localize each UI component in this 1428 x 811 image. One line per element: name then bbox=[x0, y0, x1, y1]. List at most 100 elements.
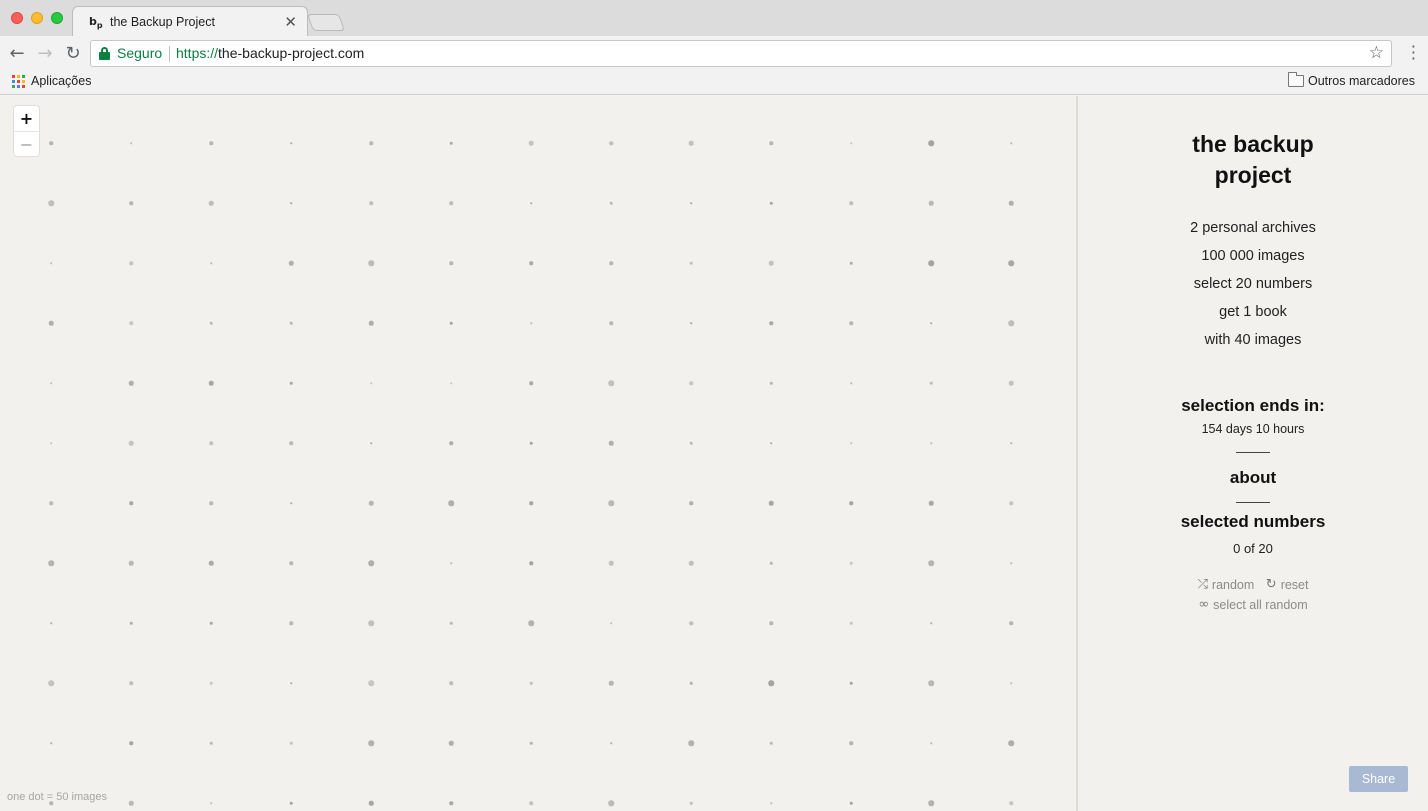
number-dot[interactable] bbox=[129, 201, 133, 205]
number-dot[interactable] bbox=[49, 501, 53, 505]
number-dot[interactable] bbox=[209, 441, 213, 445]
number-dot[interactable] bbox=[50, 262, 52, 264]
number-dot[interactable] bbox=[209, 321, 213, 325]
apps-grid-icon[interactable] bbox=[12, 75, 25, 88]
number-dot[interactable] bbox=[928, 200, 934, 206]
number-dot[interactable] bbox=[930, 442, 932, 444]
number-dot[interactable] bbox=[1008, 260, 1014, 266]
number-dot[interactable] bbox=[129, 621, 133, 625]
number-dot[interactable] bbox=[1009, 621, 1013, 625]
number-dot[interactable] bbox=[50, 382, 52, 384]
zoom-in-button[interactable]: + bbox=[14, 106, 39, 131]
number-dot[interactable] bbox=[849, 561, 853, 565]
number-dot[interactable] bbox=[208, 380, 214, 386]
number-dot[interactable] bbox=[609, 141, 613, 145]
number-dot[interactable] bbox=[770, 802, 772, 804]
number-dot[interactable] bbox=[448, 740, 454, 746]
reload-icon[interactable]: ↻ bbox=[62, 42, 84, 64]
number-dot[interactable] bbox=[209, 141, 213, 145]
close-icon[interactable]: ✕ bbox=[284, 13, 297, 31]
number-dot[interactable] bbox=[930, 622, 932, 624]
number-dot[interactable] bbox=[689, 441, 693, 445]
number-dot[interactable] bbox=[850, 382, 852, 384]
number-dot[interactable] bbox=[610, 742, 612, 744]
number-dot[interactable] bbox=[50, 622, 52, 624]
number-dot[interactable] bbox=[449, 441, 453, 445]
number-dot[interactable] bbox=[370, 442, 372, 444]
number-dot[interactable] bbox=[448, 500, 454, 506]
number-dot[interactable] bbox=[128, 800, 134, 806]
tab-backup-project[interactable]: bp the Backup Project ✕ bbox=[72, 6, 308, 36]
number-dot[interactable] bbox=[1010, 562, 1012, 564]
number-dot[interactable] bbox=[529, 261, 533, 265]
number-dot[interactable] bbox=[209, 501, 213, 505]
number-dot[interactable] bbox=[370, 382, 372, 384]
number-dot[interactable] bbox=[530, 322, 532, 324]
arrow-right-icon[interactable]: → bbox=[34, 42, 56, 64]
number-dot[interactable] bbox=[769, 621, 773, 625]
number-dot[interactable] bbox=[849, 621, 853, 625]
number-dot[interactable] bbox=[368, 620, 374, 626]
number-dot[interactable] bbox=[208, 200, 214, 206]
number-dot[interactable] bbox=[529, 501, 533, 505]
number-dot[interactable] bbox=[528, 140, 534, 146]
number-dot[interactable] bbox=[690, 202, 692, 204]
number-dot[interactable] bbox=[450, 382, 452, 384]
number-dot[interactable] bbox=[930, 742, 932, 744]
zoom-out-button[interactable]: − bbox=[14, 131, 39, 156]
number-dot[interactable] bbox=[368, 500, 374, 506]
number-dot[interactable] bbox=[449, 681, 453, 685]
number-dot[interactable] bbox=[688, 560, 694, 566]
number-dot[interactable] bbox=[529, 741, 533, 745]
number-dot[interactable] bbox=[608, 380, 614, 386]
number-dot[interactable] bbox=[608, 500, 614, 506]
address-bar[interactable]: Seguro https://the-backup-project.com ☆ bbox=[90, 40, 1392, 67]
number-dot[interactable] bbox=[450, 562, 452, 564]
number-dot[interactable] bbox=[608, 440, 614, 446]
number-dot[interactable] bbox=[689, 681, 693, 685]
number-dot[interactable] bbox=[129, 501, 133, 505]
number-dot[interactable] bbox=[289, 321, 293, 325]
number-dot[interactable] bbox=[849, 801, 853, 805]
other-bookmarks[interactable]: Outros marcadores bbox=[1308, 74, 1415, 88]
number-dot[interactable] bbox=[48, 200, 54, 206]
number-dot[interactable] bbox=[210, 262, 212, 264]
number-dot[interactable] bbox=[609, 201, 613, 205]
maximize-window-button[interactable] bbox=[51, 12, 63, 24]
new-tab-button[interactable] bbox=[306, 14, 346, 31]
number-dot[interactable] bbox=[690, 322, 692, 324]
close-window-button[interactable] bbox=[11, 12, 23, 24]
number-dot[interactable] bbox=[928, 140, 934, 146]
number-dot[interactable] bbox=[48, 560, 54, 566]
number-dot[interactable] bbox=[689, 261, 693, 265]
number-dot[interactable] bbox=[529, 561, 533, 565]
number-dot[interactable] bbox=[289, 621, 293, 625]
number-dot[interactable] bbox=[209, 741, 213, 745]
number-dot[interactable] bbox=[850, 442, 852, 444]
number-dot[interactable] bbox=[289, 561, 293, 565]
minimize-window-button[interactable] bbox=[31, 12, 43, 24]
select-all-random-button[interactable]: ∞ select all random bbox=[1198, 597, 1307, 612]
number-dot[interactable] bbox=[689, 501, 693, 505]
number-dot[interactable] bbox=[449, 621, 453, 625]
number-dot[interactable] bbox=[129, 321, 133, 325]
apps-bookmark[interactable]: Aplicações bbox=[31, 74, 91, 88]
number-dot[interactable] bbox=[369, 141, 373, 145]
number-dot[interactable] bbox=[290, 682, 292, 684]
number-dot[interactable] bbox=[368, 740, 374, 746]
number-dot[interactable] bbox=[769, 741, 773, 745]
number-dot[interactable] bbox=[930, 322, 932, 324]
number-dot[interactable] bbox=[689, 621, 693, 625]
number-dot[interactable] bbox=[368, 260, 374, 266]
number-dot[interactable] bbox=[289, 801, 293, 805]
number-dot[interactable] bbox=[288, 260, 294, 266]
number-dot[interactable] bbox=[449, 321, 453, 325]
about-link[interactable]: about bbox=[1078, 468, 1428, 488]
number-dot[interactable] bbox=[529, 441, 533, 445]
number-dot[interactable] bbox=[1008, 380, 1014, 386]
number-dot[interactable] bbox=[608, 560, 614, 566]
number-dot[interactable] bbox=[608, 680, 614, 686]
dot-map[interactable]: + − one dot = 50 images bbox=[0, 96, 1076, 811]
number-dot[interactable] bbox=[689, 801, 693, 805]
number-dot[interactable] bbox=[528, 620, 534, 626]
